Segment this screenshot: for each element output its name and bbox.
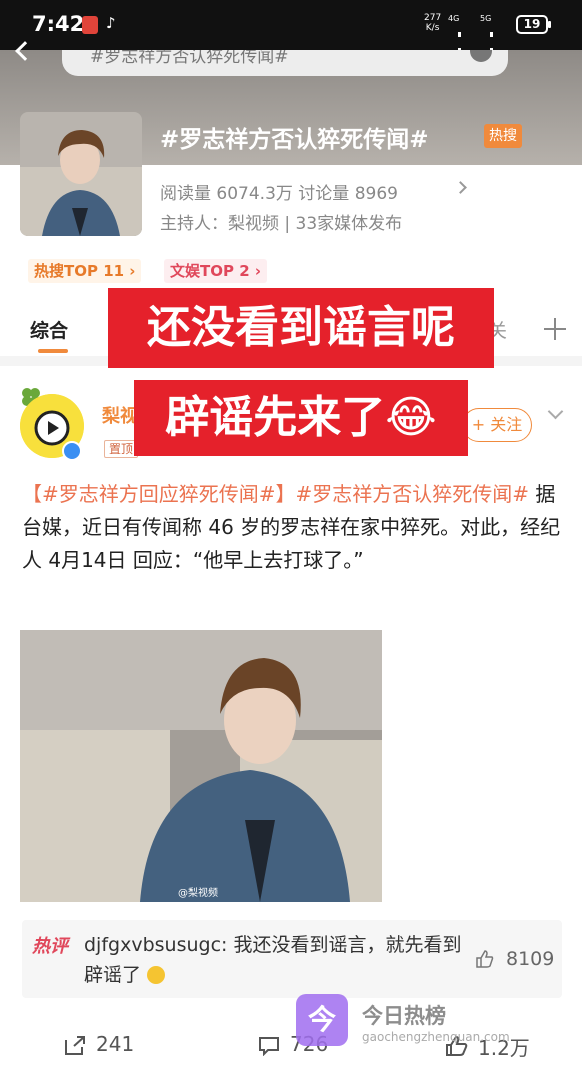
thumbs-up-icon[interactable] [476,950,494,968]
pinned-badge: 置顶 [104,440,139,458]
tab-active-indicator [38,349,68,353]
battery-indicator: 19 [516,15,551,34]
site-watermark-title: 今日热榜 [362,1004,446,1028]
hashtag-link[interactable]: 【#罗志祥方回应猝死传闻#】 [22,482,296,506]
image-watermark: @梨视频 [178,888,218,899]
topic-title: #罗志祥方否认猝死传闻# [160,127,429,153]
post-action-bar: 241 726 1.2万 [0,1018,582,1080]
site-watermark-logo: 今 [296,994,348,1046]
repost-count[interactable]: 241 [96,1032,134,1056]
repost-icon[interactable] [64,1036,86,1056]
verified-badge-icon [62,441,82,461]
chevron-right-icon[interactable] [454,181,467,194]
hot-comment-likes: 8109 [506,948,555,970]
add-tab-icon[interactable] [544,318,566,340]
topic-info: 阅读量 6074.3万 讨论量 8969 主持人：梨视频 | 33家媒体发布 [148,165,582,240]
chevron-down-icon[interactable] [547,403,564,420]
hashtag-link[interactable]: #罗志祥方否认猝死传闻# [296,482,530,506]
topic-thumbnail[interactable] [20,112,142,236]
hot-comment-label: 热评 [32,936,68,957]
post-body: 【#罗志祥方回应猝死传闻#】#罗志祥方否认猝死传闻# 据台媒，近日有传闻称 46… [22,478,562,577]
clear-search-icon[interactable] [470,50,492,62]
notification-app-icon [82,16,98,34]
screen: 7:42 ♪ 277 K/s 4G 5G 19 #罗志祥方否认猝死传闻# #罗志… [0,0,582,1080]
tag-hot-search-rank[interactable]: 热搜TOP 11 › [28,259,142,283]
topic-host[interactable]: 主持人：梨视频 | 33家媒体发布 [160,209,402,234]
topic-stats[interactable]: 阅读量 6074.3万 讨论量 8969 [160,179,398,204]
tiktok-icon: ♪ [106,14,116,32]
overlay-caption-1: 还没看到谣言呢 [108,288,494,368]
hot-comment[interactable]: 热评 djfgxvbsusugc: 我还没看到谣言，就先看到辟谣了 8109 [22,920,562,998]
follow-button[interactable]: + 关注 [462,408,532,442]
network-speed: 277 K/s [424,13,442,33]
search-input[interactable]: #罗志祥方否认猝死传闻# [62,50,508,76]
site-watermark-url: gaochengzhenquan.com [362,1030,510,1044]
overlay-caption-2: 辟谣先来了😂 [134,380,468,456]
tag-entertainment-rank[interactable]: 文娱TOP 2 › [164,259,268,283]
status-time: 7:42 [32,12,85,36]
laughing-emoji-icon [147,966,166,984]
hot-search-badge: 热搜 [484,124,522,148]
comment-icon[interactable] [258,1036,280,1056]
hot-comment-text: djfgxvbsusugc: 我还没看到谣言，就先看到辟谣了 [84,934,462,986]
post-photo[interactable]: @梨视频 [20,630,382,902]
status-bar: 7:42 ♪ 277 K/s 4G 5G 19 [0,0,582,94]
search-query: #罗志祥方否认猝死传闻# [90,50,289,67]
poster-name[interactable]: 梨视 [102,402,138,428]
tab-comprehensive[interactable]: 综合 [30,316,68,343]
